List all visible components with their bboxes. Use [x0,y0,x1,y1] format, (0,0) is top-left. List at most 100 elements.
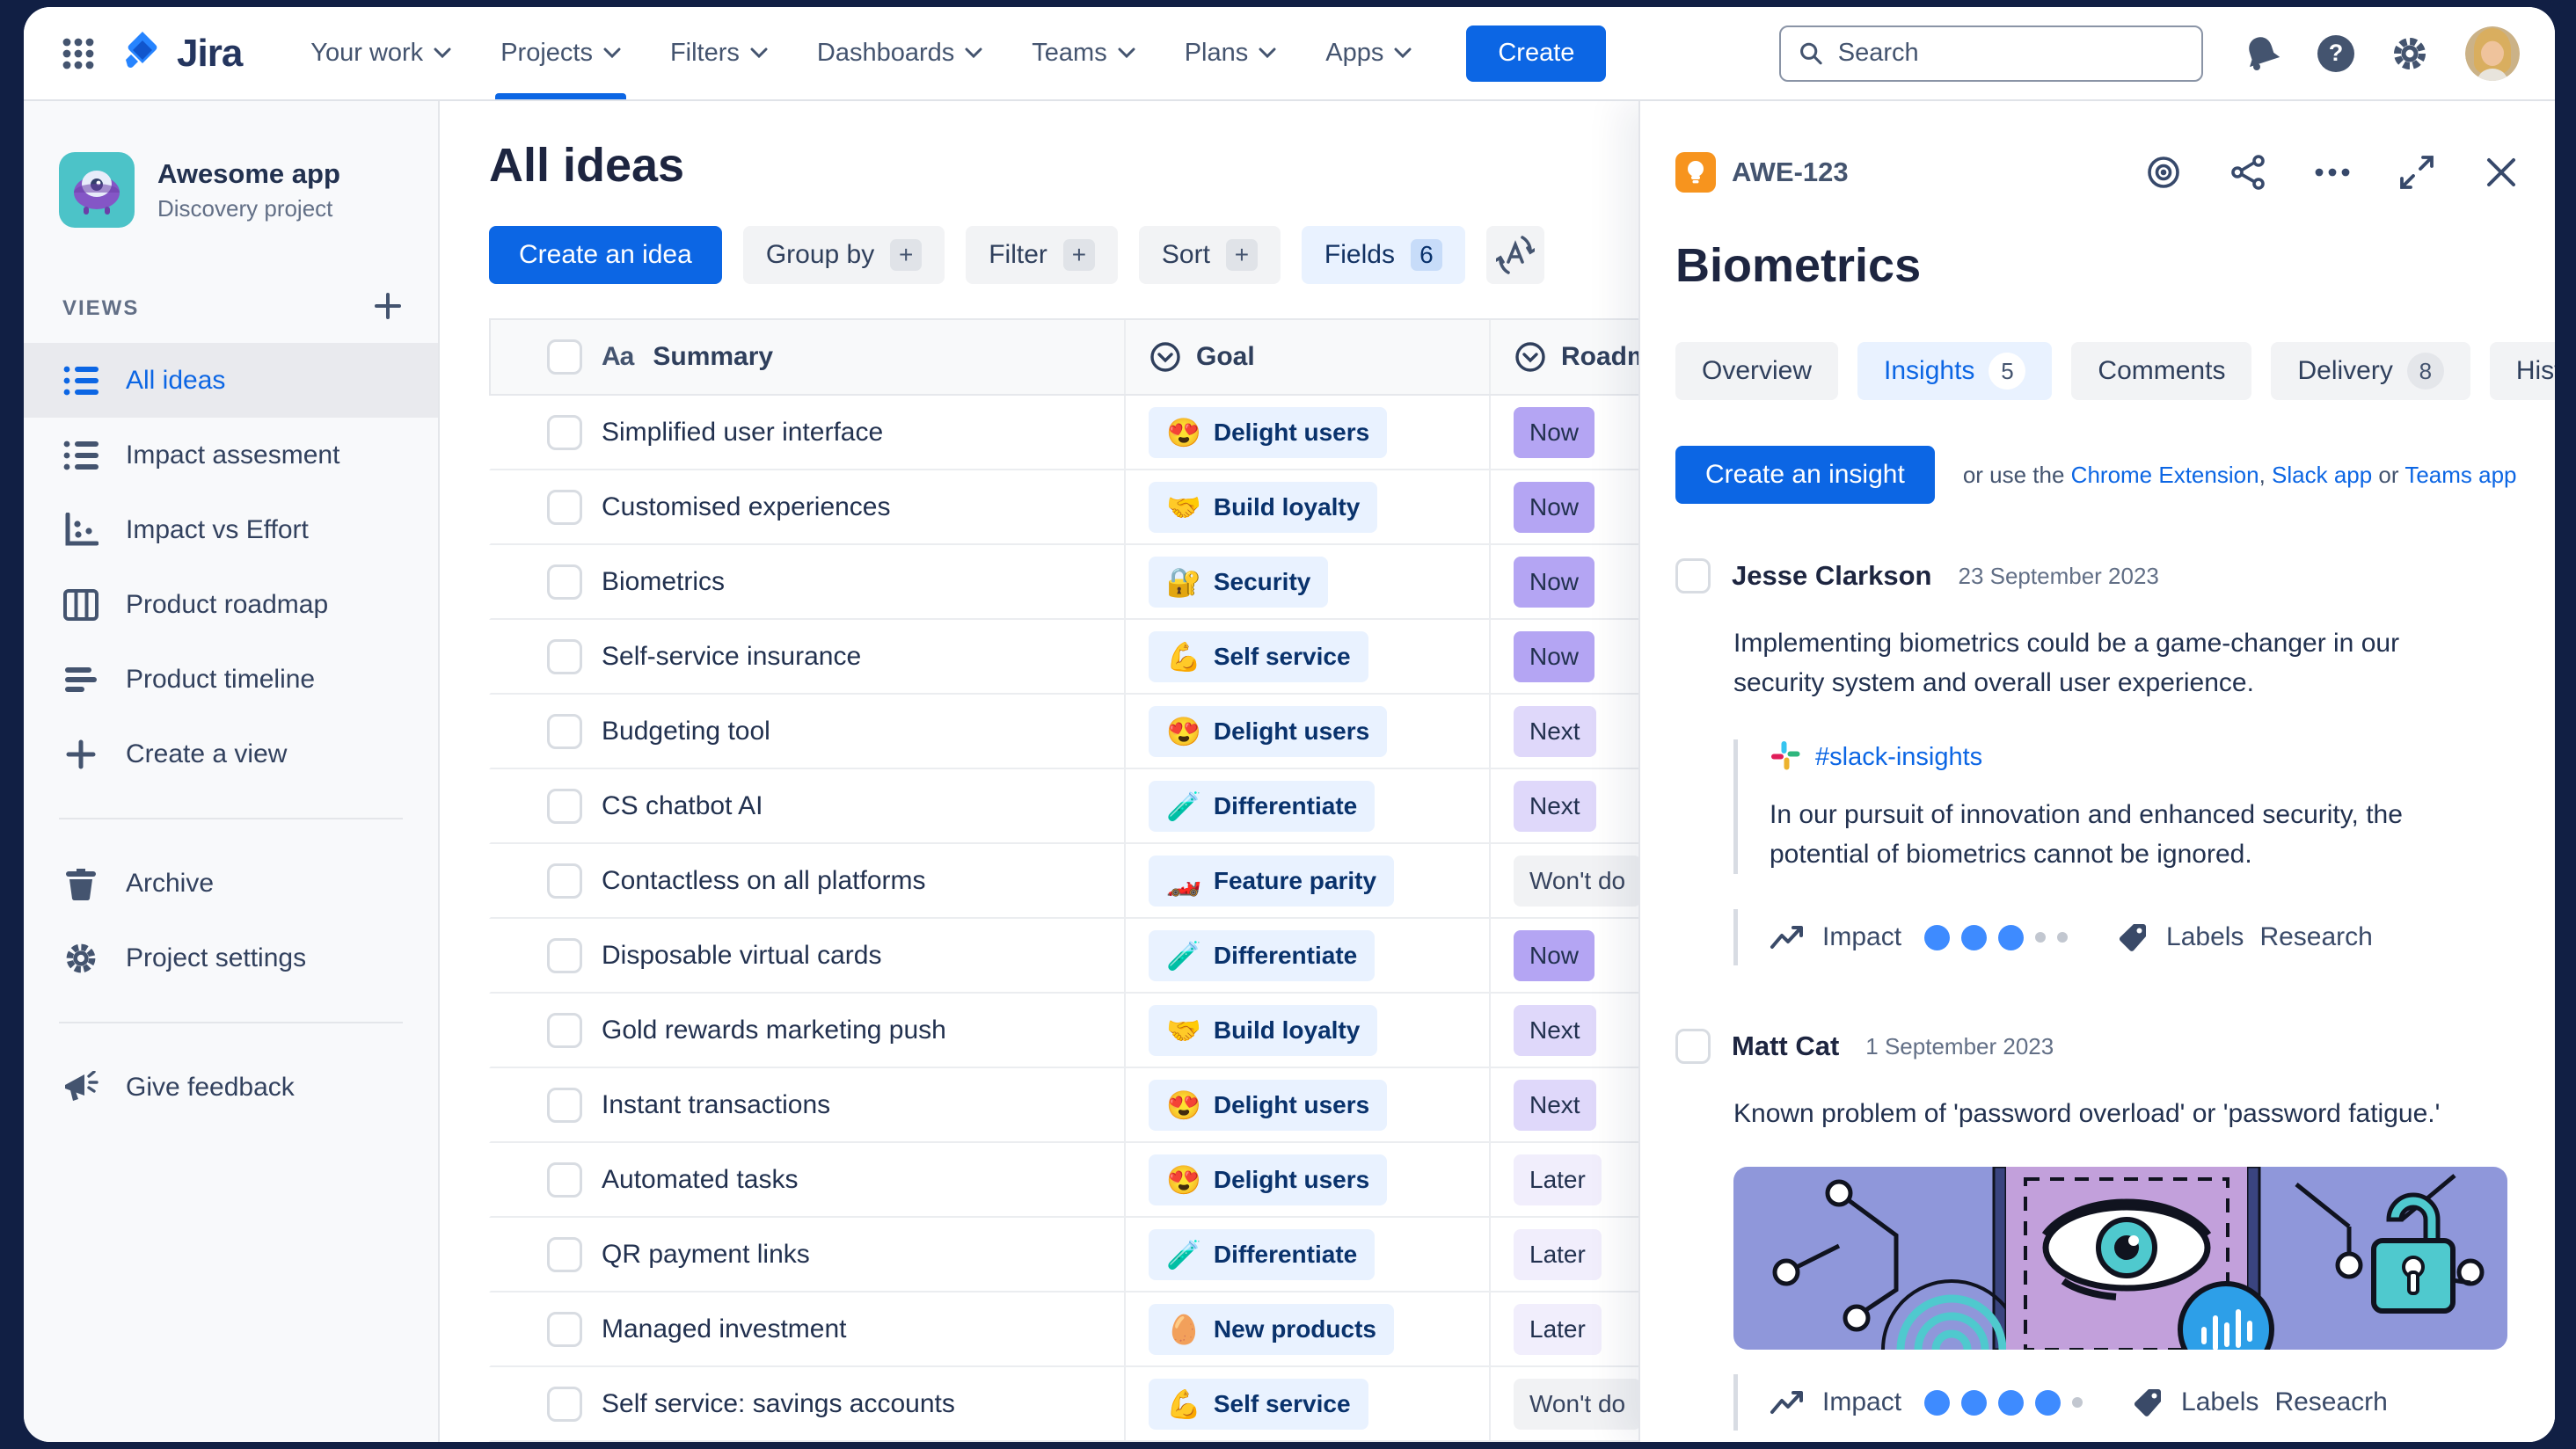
insight-author[interactable]: Matt Cat [1732,1030,1839,1062]
watch-icon[interactable] [2145,154,2182,191]
roadmap-chip[interactable]: Now [1514,556,1595,608]
table-row[interactable]: Biometrics 🔐 Security Now [489,545,1761,620]
notifications-bell-icon[interactable] [2242,33,2282,74]
goal-chip[interactable]: 💪 Self service [1149,630,1368,682]
tab-history[interactable]: History [2489,342,2555,400]
roadmap-chip[interactable]: Now [1514,481,1595,533]
tab-comments[interactable]: Comments [2071,342,2252,400]
idea-summary[interactable]: Managed investment [602,1314,847,1344]
column-header-summary[interactable]: Summary [653,342,773,372]
nav-filters[interactable]: Filters [646,7,792,99]
sidebar-item-create-a-view[interactable]: Create a view [24,717,438,791]
insight-author[interactable]: Jesse Clarkson [1732,560,1931,592]
search-input[interactable] [1837,39,2184,68]
expand-icon[interactable] [2398,154,2435,191]
column-header-goal[interactable]: Goal [1196,342,1255,372]
settings-gear-icon[interactable] [2390,33,2430,74]
roadmap-chip[interactable]: Now [1514,406,1595,458]
fields-button[interactable]: Fields 6 [1301,226,1465,284]
table-row[interactable]: QR payment links 🧪 Differentiate Later [489,1218,1761,1292]
idea-summary[interactable]: Customised experiences [602,492,891,522]
nav-projects[interactable]: Projects [476,7,646,99]
roadmap-chip[interactable]: Next [1514,705,1596,757]
goal-chip[interactable]: 😍 Delight users [1149,1154,1388,1205]
sidebar-item-give-feedback[interactable]: Give feedback [24,1050,438,1125]
idea-summary[interactable]: Self-service insurance [602,642,861,672]
table-row[interactable]: Instant transactions 😍 Delight users Nex… [489,1068,1761,1143]
roadmap-chip[interactable]: Now [1514,630,1595,682]
goal-chip[interactable]: 🤝 Build loyalty [1149,481,1378,533]
select-all-checkbox[interactable] [547,339,582,375]
tab-insights[interactable]: Insights 5 [1857,342,2053,400]
nav-plans[interactable]: Plans [1160,7,1302,99]
table-row[interactable]: Customised experiences 🤝 Build loyalty N… [489,470,1761,545]
sidebar-item-impact-vs-effort[interactable]: Impact vs Effort [24,492,438,567]
table-row[interactable]: CS chatbot AI 🧪 Differentiate Next [489,769,1761,844]
sidebar-item-product-roadmap[interactable]: Product roadmap [24,567,438,642]
sidebar-item-archive[interactable]: Archive [24,846,438,921]
help-icon[interactable]: ? [2316,33,2356,74]
chrome-extension-link[interactable]: Chrome Extension [2071,462,2259,488]
roadmap-chip[interactable]: Next [1514,1079,1596,1131]
table-row[interactable]: Managed investment 🥚 New products Later [489,1292,1761,1367]
jira-logo[interactable]: Jira [120,28,243,78]
roadmap-chip[interactable]: Next [1514,780,1596,832]
table-row[interactable]: Budgeting tool 😍 Delight users Next [489,695,1761,769]
idea-summary[interactable]: QR payment links [602,1240,810,1270]
user-avatar[interactable] [2465,25,2520,81]
impact-rating[interactable] [1924,1389,2083,1416]
table-row[interactable]: Automated tasks 😍 Delight users Later [489,1143,1761,1218]
slack-app-link[interactable]: Slack app [2272,462,2372,488]
row-checkbox[interactable] [547,937,582,973]
sort-button[interactable]: Sort + [1138,226,1281,284]
sidebar-item-product-timeline[interactable]: Product timeline [24,642,438,717]
create-insight-button[interactable]: Create an insight [1675,446,1935,504]
idea-summary[interactable]: Biometrics [602,567,725,597]
roadmap-chip[interactable]: Later [1514,1228,1602,1280]
label-value[interactable]: Reseacrh [2274,1387,2387,1417]
goal-chip[interactable]: 😍 Delight users [1149,1079,1388,1131]
nav-teams[interactable]: Teams [1007,7,1159,99]
app-switcher-icon[interactable] [59,34,98,73]
roadmap-chip[interactable]: Later [1514,1154,1602,1205]
goal-chip[interactable]: 🧪 Differentiate [1149,1228,1376,1280]
auto-translate-icon[interactable] [1485,226,1544,284]
row-checkbox[interactable] [547,863,582,899]
issue-key[interactable]: AWE-123 [1732,157,1849,188]
goal-chip[interactable]: 🧪 Differentiate [1149,780,1376,832]
row-checkbox[interactable] [547,713,582,749]
table-row[interactable]: Self-service insurance 💪 Self service No… [489,620,1761,695]
create-idea-button[interactable]: Create an idea [489,226,722,284]
tab-overview[interactable]: Overview [1675,342,1839,400]
filter-button[interactable]: Filter + [966,226,1118,284]
group-by-button[interactable]: Group by + [742,226,945,284]
create-button[interactable]: Create [1466,25,1607,82]
slack-channel-link[interactable]: #slack-insights [1815,743,1982,772]
project-header[interactable]: Awesome app Discovery project [24,152,438,228]
row-checkbox[interactable] [547,1087,582,1123]
impact-rating[interactable] [1924,924,2069,950]
idea-summary[interactable]: Instant transactions [602,1090,830,1120]
row-checkbox[interactable] [547,638,582,674]
idea-title[interactable]: Biometrics [1675,238,2520,293]
idea-summary[interactable]: Automated tasks [602,1165,798,1195]
idea-summary[interactable]: Budgeting tool [602,717,770,746]
idea-summary[interactable]: CS chatbot AI [602,791,763,821]
goal-chip[interactable]: 🔐 Security [1149,556,1329,608]
row-checkbox[interactable] [547,489,582,525]
goal-chip[interactable]: 🤝 Build loyalty [1149,1004,1378,1056]
sidebar-item-all-ideas[interactable]: All ideas [24,343,438,418]
idea-summary[interactable]: Simplified user interface [602,418,883,448]
row-checkbox[interactable] [547,414,582,450]
row-checkbox[interactable] [547,564,582,600]
goal-chip[interactable]: 🧪 Differentiate [1149,929,1376,981]
idea-summary[interactable]: Gold rewards marketing push [602,1016,946,1045]
goal-chip[interactable]: 😍 Delight users [1149,406,1388,458]
nav-apps[interactable]: Apps [1301,7,1436,99]
insight-checkbox[interactable] [1675,1029,1711,1064]
roadmap-chip[interactable]: Won't do [1514,1378,1642,1430]
nav-dashboards[interactable]: Dashboards [792,7,1007,99]
idea-summary[interactable]: Contactless on all platforms [602,866,926,896]
sidebar-item-impact-assesment[interactable]: Impact assesment [24,418,438,492]
teams-app-link[interactable]: Teams app [2405,462,2516,488]
